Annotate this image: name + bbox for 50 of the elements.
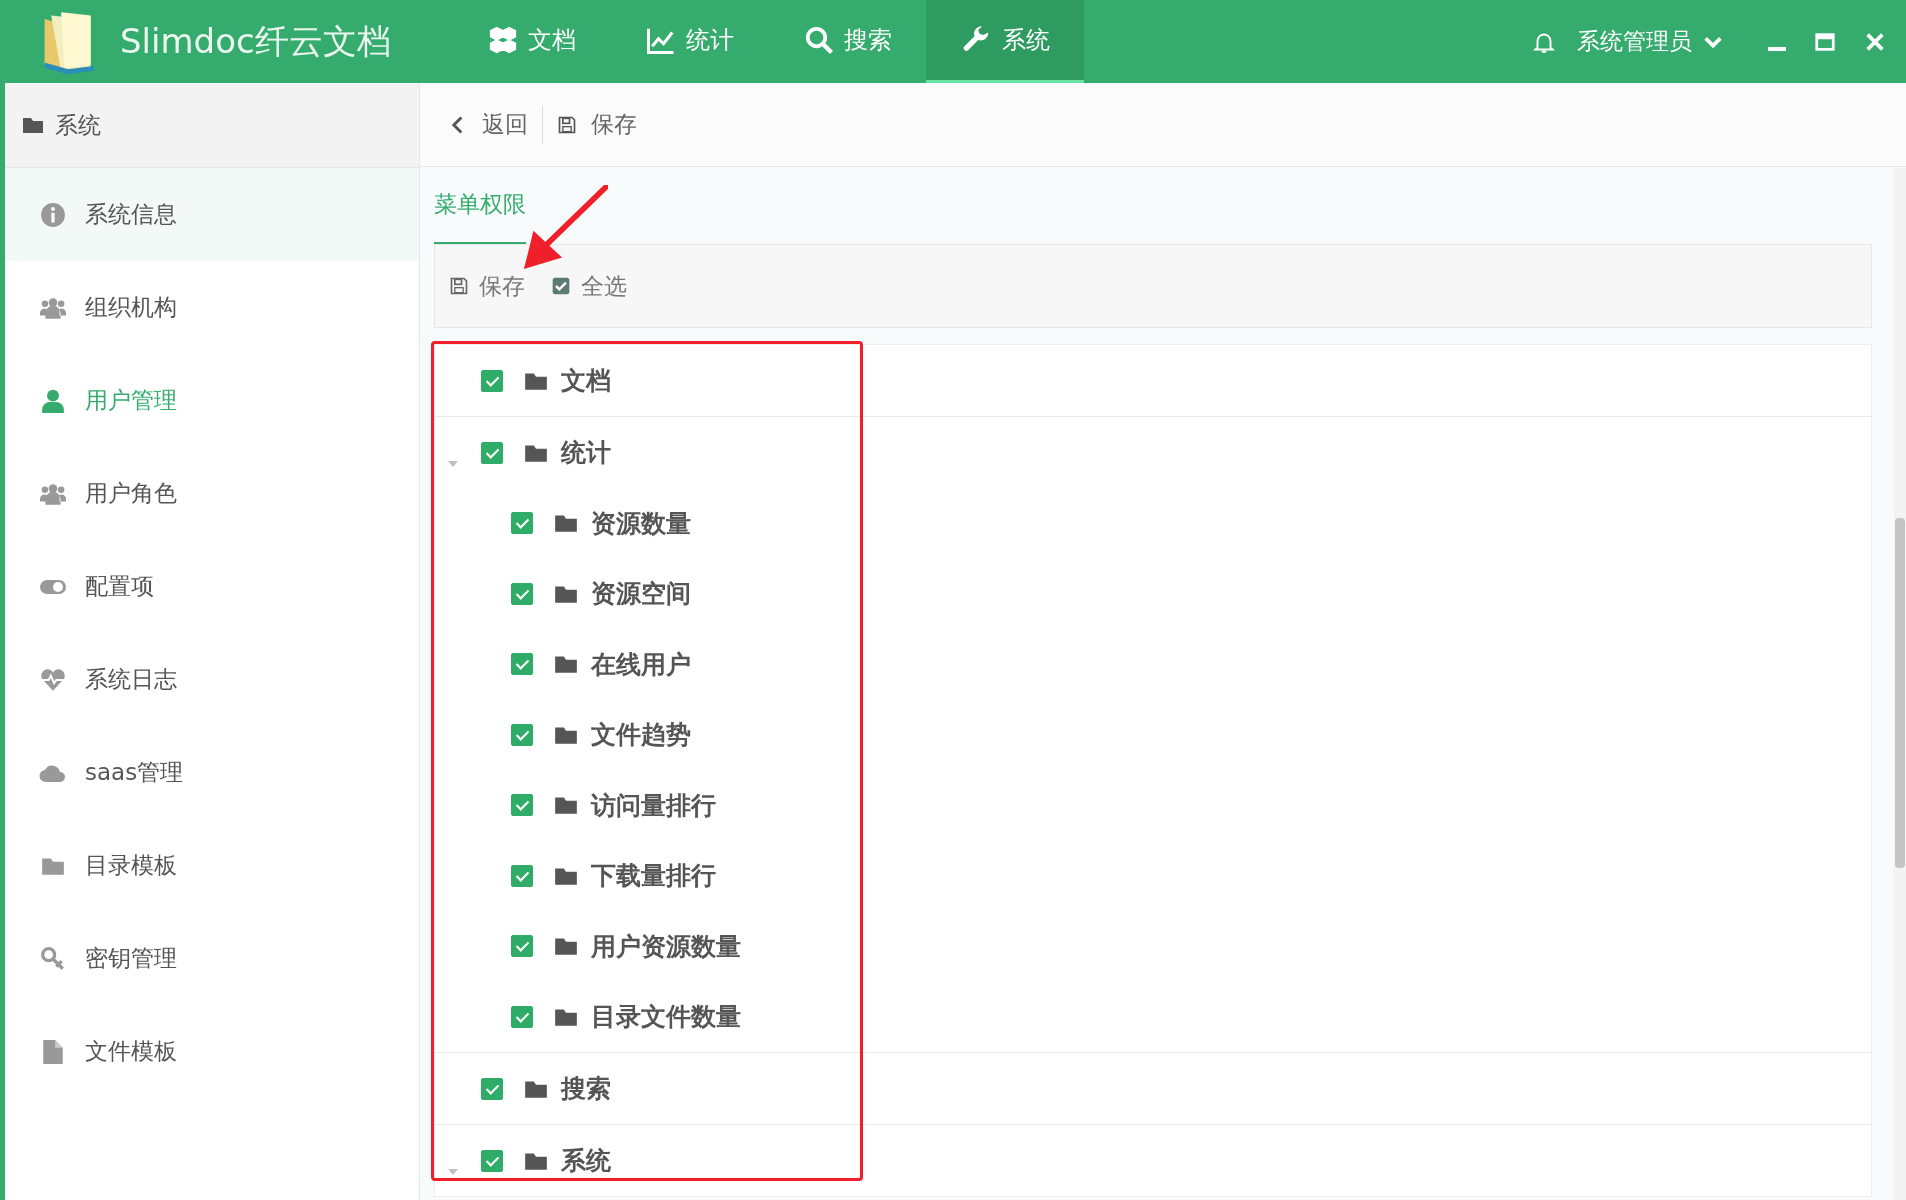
- select-all-button[interactable]: 全选: [551, 270, 627, 302]
- sidebar-title: 系统: [55, 110, 101, 140]
- sidebar-item[interactable]: 组织机构: [5, 261, 419, 354]
- user-icon: [39, 387, 67, 414]
- sidebar-item[interactable]: 系统日志: [5, 633, 419, 726]
- checkbox[interactable]: [511, 1005, 533, 1028]
- sidebar-item[interactable]: 配置项: [5, 540, 419, 633]
- sidebar-item[interactable]: 文件模板: [5, 1005, 419, 1098]
- tree-node-label[interactable]: 目录文件数量: [591, 1000, 741, 1034]
- tree-node-label[interactable]: 文档: [561, 364, 611, 397]
- sidebar-item[interactable]: 用户角色: [5, 447, 419, 540]
- tree-node-label[interactable]: 访问量排行: [591, 788, 716, 822]
- checkbox[interactable]: [481, 441, 503, 464]
- info-icon: [39, 201, 67, 228]
- caret-icon[interactable]: [447, 1167, 459, 1176]
- checkbox[interactable]: [481, 1149, 503, 1172]
- checkbox[interactable]: [481, 369, 503, 392]
- checkbox[interactable]: [511, 935, 533, 958]
- sidebar-item[interactable]: saas管理: [5, 726, 419, 819]
- tree-node-label[interactable]: 下载量排行: [591, 859, 716, 893]
- app-title: Slimdoc纤云文档: [120, 19, 391, 63]
- caret-icon[interactable]: [447, 459, 459, 468]
- tree-node-label[interactable]: 资源空间: [591, 577, 691, 611]
- tree-node-label[interactable]: 系统: [561, 1144, 611, 1177]
- tree-node-label[interactable]: 搜索: [561, 1072, 611, 1105]
- tree-node-label[interactable]: 在线用户: [591, 647, 691, 681]
- checkbox[interactable]: [481, 1077, 503, 1100]
- tree-node-label[interactable]: 文件趋势: [591, 718, 691, 752]
- tree-node-label[interactable]: 统计: [561, 436, 611, 469]
- sidebar-item[interactable]: 密钥管理: [5, 912, 419, 1005]
- sidebar-item[interactable]: 系统信息: [5, 168, 419, 261]
- checkbox[interactable]: [511, 864, 533, 887]
- checkbox-icon: [551, 276, 571, 296]
- back-button[interactable]: 返回: [438, 103, 538, 146]
- scrollbar[interactable]: [1894, 168, 1906, 1200]
- tree-node-label[interactable]: 资源数量: [591, 506, 691, 540]
- save-button[interactable]: 保存: [449, 270, 525, 302]
- key-icon: [39, 945, 67, 972]
- tree-node-label[interactable]: 用户资源数量: [591, 929, 741, 963]
- minimize-icon: [1768, 46, 1786, 51]
- checkbox[interactable]: [511, 794, 533, 817]
- scrollbar-thumb[interactable]: [1895, 518, 1905, 868]
- checkbox[interactable]: [511, 512, 533, 535]
- sidebar-item[interactable]: 目录模板: [5, 819, 419, 912]
- checkbox[interactable]: [511, 653, 533, 676]
- checkbox[interactable]: [511, 723, 533, 746]
- heartbeat-icon: [39, 666, 67, 693]
- maximize-icon: [1814, 30, 1836, 53]
- checkbox[interactable]: [511, 582, 533, 605]
- save-button[interactable]: 保存: [547, 103, 647, 146]
